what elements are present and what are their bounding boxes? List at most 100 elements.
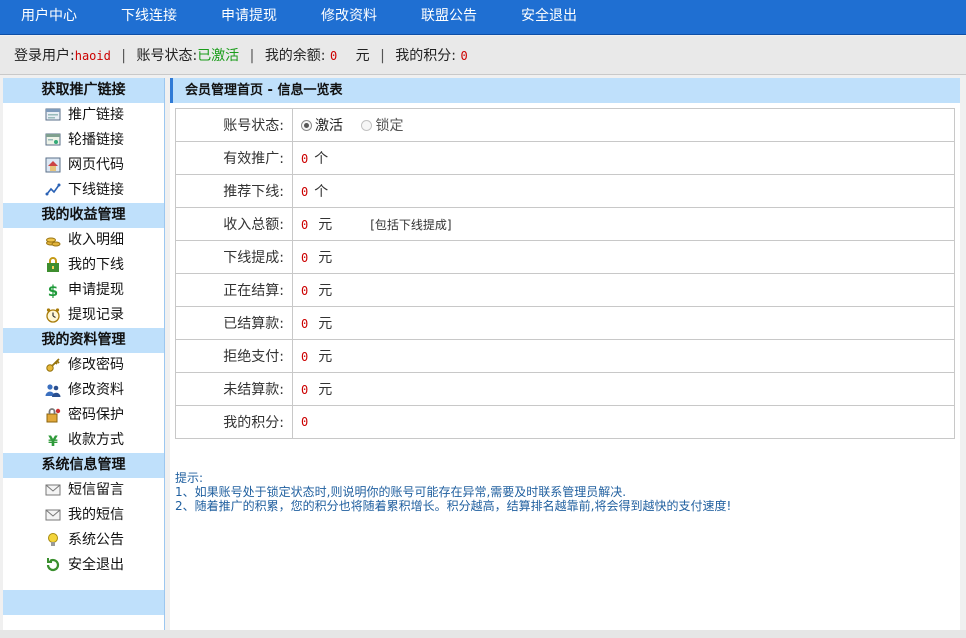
sidebar-item-apply-withdraw[interactable]: $ 申请提现 <box>3 278 164 303</box>
value-number: 0 <box>301 284 309 298</box>
mail-icon <box>45 482 61 498</box>
row-value: 0元 <box>292 240 955 274</box>
nav-edit-profile[interactable]: 修改资料 <box>299 0 399 34</box>
exit-icon <box>45 557 61 573</box>
lock-icon <box>45 257 61 273</box>
row-value: 0 <box>292 405 955 439</box>
nav-downline-link[interactable]: 下线连接 <box>99 0 199 34</box>
login-user-value: haoid <box>74 49 111 63</box>
value-number: 0 <box>301 350 309 364</box>
value-number: 0 <box>301 152 309 166</box>
sidebar-item-my-downline[interactable]: 我的下线 <box>3 253 164 278</box>
nav-user-center[interactable]: 用户中心 <box>0 0 99 34</box>
radio-active-label: 激活 <box>315 118 343 134</box>
table-row: 我的积分: 0 <box>175 405 955 439</box>
slides-icon <box>45 132 61 148</box>
main-panel: 会员管理首页 - 信息一览表 账号状态: 激活 锁定 有效推广: 0个 推荐下线… <box>170 78 966 630</box>
table-row: 未结算款: 0元 <box>175 372 955 406</box>
separator: | <box>121 48 127 64</box>
row-label: 正在结算: <box>175 273 293 307</box>
points-value: 0 <box>460 49 468 63</box>
tips-title: 提示: <box>175 471 204 485</box>
svg-text:$: $ <box>48 282 58 298</box>
tip-line-1: 1、如果账号处于锁定状态时,则说明你的账号可能存在异常,需要及时联系管理员解决. <box>175 485 627 499</box>
value-number: 0 <box>301 251 309 265</box>
separator: | <box>380 48 385 64</box>
info-table: 账号状态: 激活 锁定 有效推广: 0个 推荐下线: 0个 收入总额: 0 元 [包… <box>175 108 955 439</box>
clock-icon <box>45 307 61 323</box>
account-status-value: 已激活 <box>197 48 240 64</box>
chart-icon <box>45 182 61 198</box>
dollar-icon: $ <box>45 282 61 298</box>
table-row: 正在结算: 0元 <box>175 273 955 307</box>
value-unit: 元 <box>318 283 333 299</box>
padlock-icon <box>45 407 61 423</box>
table-row: 推荐下线: 0个 <box>175 174 955 208</box>
sidebar-item-password-protect[interactable]: 密码保护 <box>3 403 164 428</box>
radio-locked-label: 锁定 <box>375 118 404 134</box>
sidebar-group-title-profile: 我的资料管理 <box>3 328 164 353</box>
bulb-icon <box>45 532 61 548</box>
login-user-label: 登录用户: <box>14 48 75 64</box>
radio-locked[interactable] <box>361 120 373 131</box>
tips-box: 提示: 1、如果账号处于锁定状态时,则说明你的账号可能存在异常,需要及时联系管理… <box>175 471 731 513</box>
value-unit: 个 <box>314 151 329 167</box>
row-label: 推荐下线: <box>175 174 293 208</box>
sidebar-item-logout[interactable]: 安全退出 <box>3 553 164 578</box>
value-number: 0 <box>301 185 309 199</box>
sidebar-item-withdraw-record[interactable]: 提现记录 <box>3 303 164 328</box>
nav-withdraw[interactable]: 申请提现 <box>199 0 299 34</box>
value-unit: 元 <box>318 217 333 233</box>
row-value: 激活 锁定 <box>292 108 955 142</box>
row-label: 账号状态: <box>175 108 293 142</box>
balance-value: 0 <box>329 49 338 63</box>
radio-active[interactable] <box>301 120 312 131</box>
home-icon <box>45 157 61 173</box>
sidebar-item-change-password[interactable]: 修改密码 <box>3 353 164 378</box>
account-status-label: 账号状态: <box>136 48 198 64</box>
value-number: 0 <box>301 218 309 232</box>
sidebar-group-title-promo: 获取推广链接 <box>3 78 164 103</box>
row-label: 有效推广: <box>175 141 293 175</box>
scroll-edge <box>960 78 966 630</box>
row-value: 0元 <box>292 306 955 340</box>
value-number: 0 <box>301 317 309 331</box>
sidebar-item-downline-link[interactable]: 下线链接 <box>3 178 164 203</box>
sidebar-item-edit-profile[interactable]: 修改资料 <box>3 378 164 403</box>
sidebar-item-web-code[interactable]: 网页代码 <box>3 153 164 178</box>
sidebar-item-income-detail[interactable]: 收入明细 <box>3 228 164 253</box>
row-label: 未结算款: <box>175 372 293 406</box>
sidebar-item-promo-link[interactable]: 推广链接 <box>3 103 164 128</box>
mail-icon <box>45 507 61 523</box>
value-unit: 元 <box>318 250 333 266</box>
table-row: 已结算款: 0元 <box>175 306 955 340</box>
yen-icon: ¥ <box>45 432 61 448</box>
value-unit: 个 <box>314 184 329 200</box>
value-number: 0 <box>301 383 309 397</box>
sidebar-item-payment-method[interactable]: ¥ 收款方式 <box>3 428 164 453</box>
sidebar-item-my-messages[interactable]: 我的短信 <box>3 503 164 528</box>
value-unit: 元 <box>318 316 333 332</box>
coins-icon <box>45 232 61 248</box>
row-value: 0个 <box>292 141 955 175</box>
sidebar-item-carousel-link[interactable]: 轮播链接 <box>3 128 164 153</box>
table-row: 拒绝支付: 0元 <box>175 339 955 373</box>
nav-logout[interactable]: 安全退出 <box>499 0 599 34</box>
value-number: 0 <box>301 415 309 429</box>
sidebar-group-title-earnings: 我的收益管理 <box>3 203 164 228</box>
balance-label: 我的余额: <box>264 48 326 64</box>
table-row: 下线提成: 0元 <box>175 240 955 274</box>
svg-text:¥: ¥ <box>48 434 58 448</box>
row-value: 0 元 [包括下线提成] <box>292 207 955 241</box>
row-value: 0元 <box>292 273 955 307</box>
key-icon <box>45 357 61 373</box>
value-unit: 元 <box>318 349 333 365</box>
table-row: 收入总额: 0 元 [包括下线提成] <box>175 207 955 241</box>
nav-announcements[interactable]: 联盟公告 <box>399 0 499 34</box>
sidebar-item-system-notice[interactable]: 系统公告 <box>3 528 164 553</box>
users-icon <box>45 382 61 398</box>
row-label: 我的积分: <box>175 405 293 439</box>
value-unit: 元 <box>318 382 333 398</box>
sidebar-item-message-board[interactable]: 短信留言 <box>3 478 164 503</box>
tip-line-2: 2、随着推广的积累，您的积分也将随着累积增长。积分越高，结算排名越靠前,将会得到… <box>175 499 732 513</box>
